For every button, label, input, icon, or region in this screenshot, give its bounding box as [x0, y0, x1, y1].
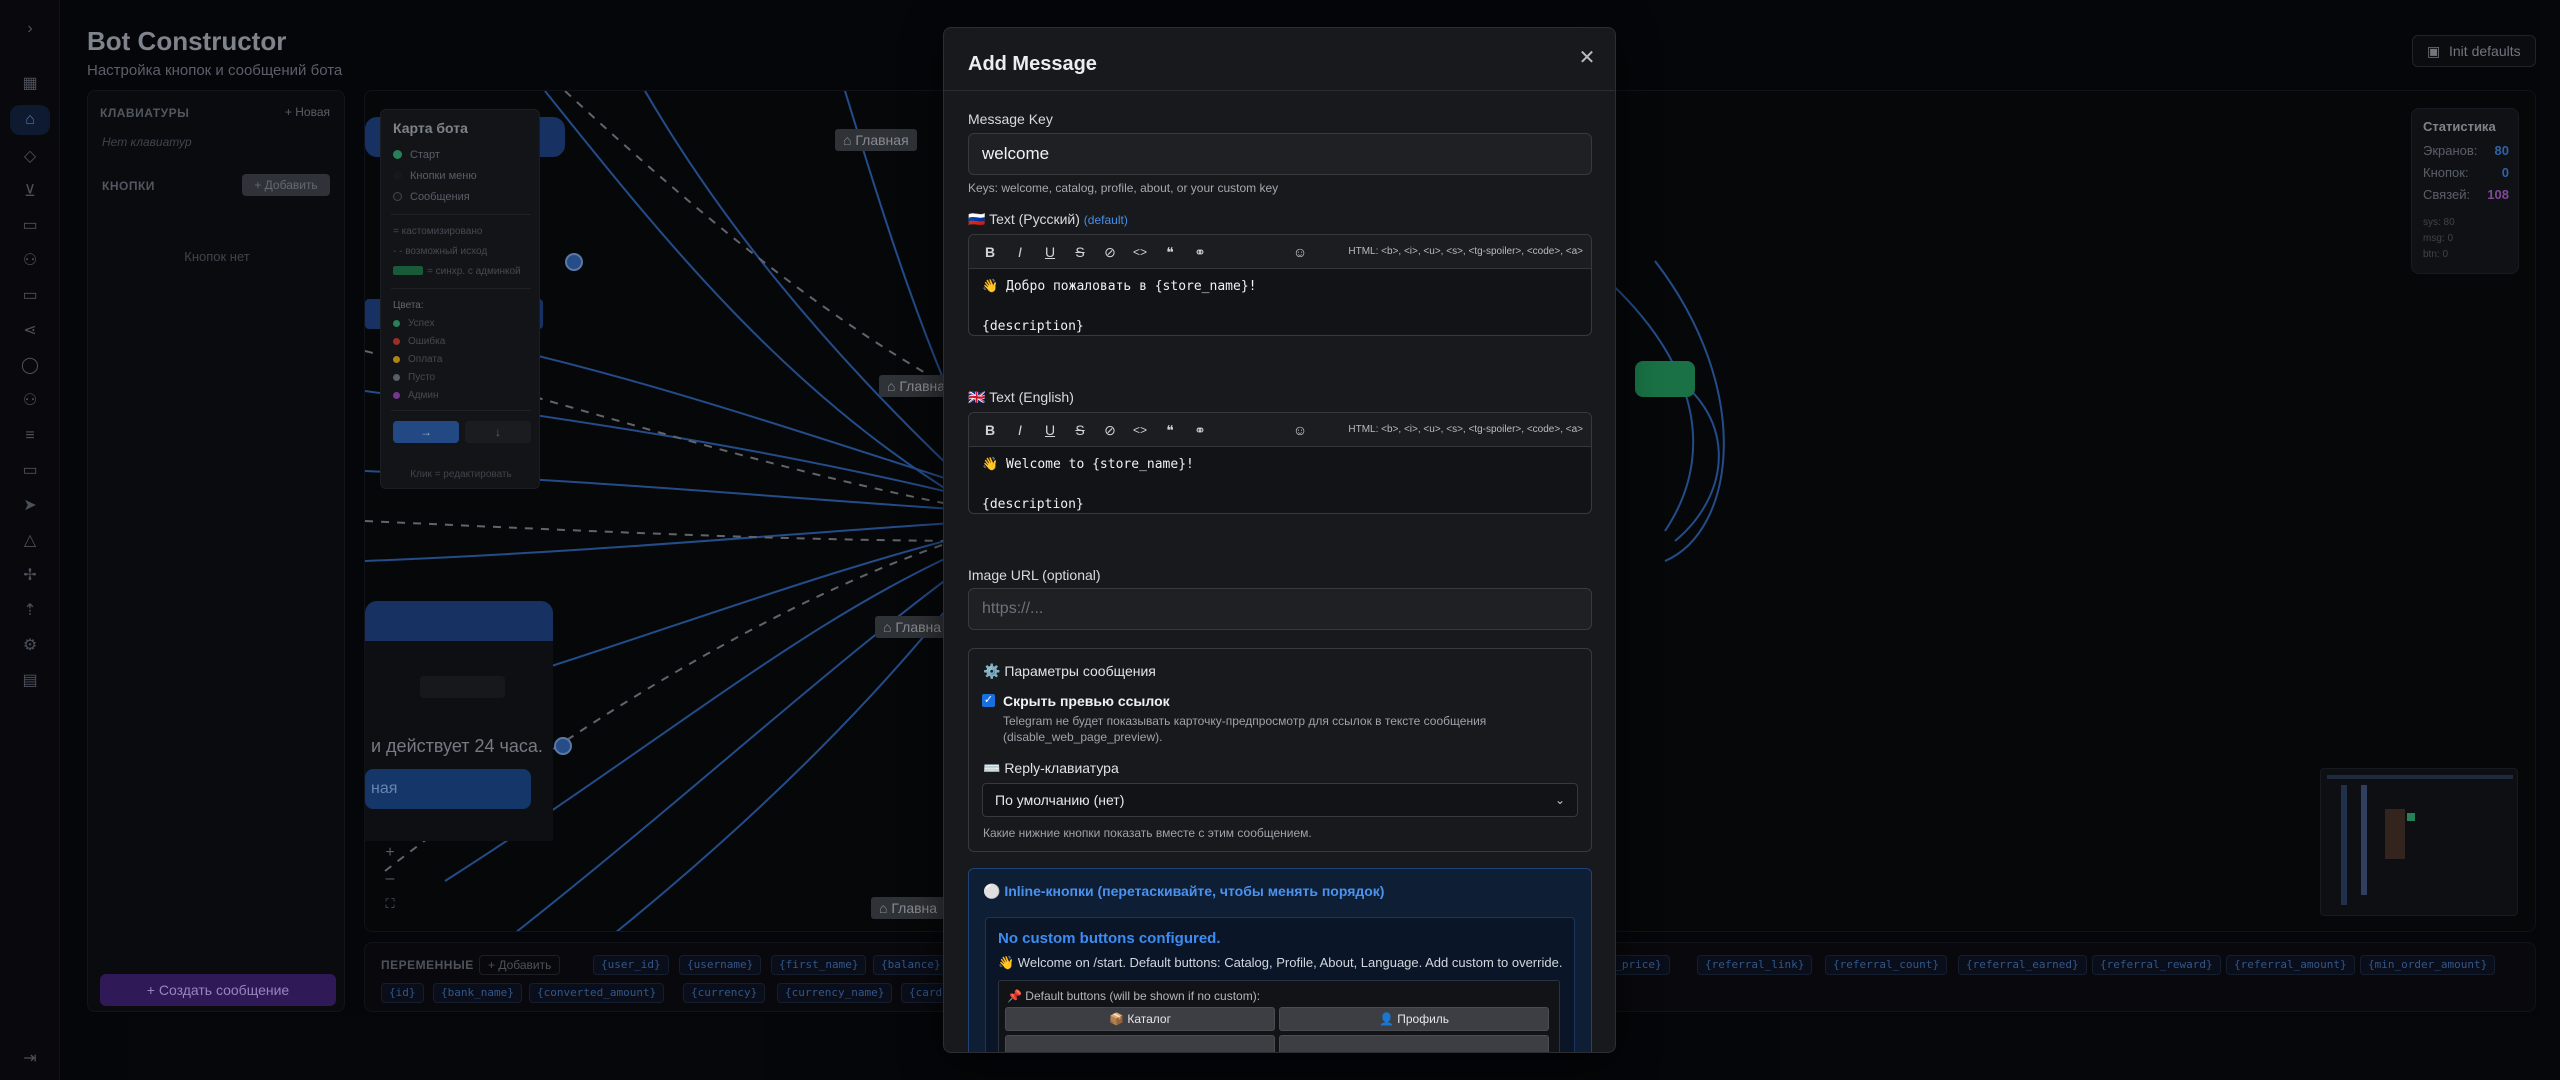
default-button-catalog[interactable]: 📦 Каталог	[1005, 1007, 1275, 1031]
emoji-icon[interactable]: ☺	[1291, 421, 1309, 439]
params-title: ⚙️ Параметры сообщения	[983, 663, 1156, 679]
html-hint: HTML: <b>, <i>, <u>, <s>, <tg-spoiler>, …	[1348, 424, 1583, 435]
code-icon[interactable]: <>	[1131, 421, 1149, 439]
format-toolbar: B I U S ⊘ <> ❝ ⚭ ☺ HTML: <b>, <i>, <u>, …	[969, 235, 1591, 269]
reply-keyboard-hint: Какие нижние кнопки показать вместе с эт…	[983, 826, 1312, 840]
reply-keyboard-select[interactable]: По умолчанию (нет) ⌄	[982, 783, 1578, 817]
default-button[interactable]	[1005, 1035, 1275, 1052]
spoiler-icon[interactable]: ⊘	[1101, 421, 1119, 439]
image-url-label: Image URL (optional)	[968, 567, 1101, 583]
bold-icon[interactable]: B	[981, 421, 999, 439]
divider	[944, 90, 1615, 91]
code-icon[interactable]: <>	[1131, 243, 1149, 261]
no-custom-description: 👋 Welcome on /start. Default buttons: Ca…	[998, 955, 1563, 970]
message-key-hint: Keys: welcome, catalog, profile, about, …	[968, 181, 1279, 195]
hide-preview-label: Скрыть превью ссылок	[1003, 693, 1170, 709]
emoji-icon[interactable]: ☺	[1291, 243, 1309, 261]
text-ru-editor[interactable]: B I U S ⊘ <> ❝ ⚭ ☺ HTML: <b>, <i>, <u>, …	[968, 234, 1592, 336]
inline-buttons-section: ⚪ Inline-кнопки (перетаскивайте, чтобы м…	[968, 868, 1592, 1052]
no-custom-title: No custom buttons configured.	[998, 930, 1221, 947]
hide-preview-description: Telegram не будет показывать карточку-пр…	[1003, 714, 1487, 744]
reply-keyboard-title: ⌨️ Reply-клавиатура	[983, 760, 1119, 776]
text-en-editor[interactable]: B I U S ⊘ <> ❝ ⚭ ☺ HTML: <b>, <i>, <u>, …	[968, 412, 1592, 514]
underline-icon[interactable]: U	[1041, 421, 1059, 439]
message-key-input[interactable]: welcome	[968, 133, 1592, 175]
text-ru-label-text: 🇷🇺 Text (Русский)	[968, 211, 1080, 227]
editor-line: 👋 Welcome to {store_name}!	[982, 457, 1194, 472]
message-params-section: ⚙️ Параметры сообщения ✓ Скрыть превью с…	[968, 648, 1592, 852]
inline-buttons-title: ⚪ Inline-кнопки (перетаскивайте, чтобы м…	[983, 883, 1385, 899]
text-ru-label: 🇷🇺 Text (Русский) (default)	[968, 211, 1128, 228]
text-en-label: 🇬🇧 Text (English)	[968, 389, 1074, 405]
hide-preview-checkbox[interactable]: ✓	[982, 694, 995, 707]
bold-icon[interactable]: B	[981, 243, 999, 261]
close-icon[interactable]: ✕	[1577, 48, 1597, 68]
default-badge: (default)	[1083, 213, 1128, 227]
italic-icon[interactable]: I	[1011, 421, 1029, 439]
inline-buttons-panel: No custom buttons configured. 👋 Welcome …	[985, 917, 1575, 1052]
add-message-dialog: Add Message ✕ Message Key welcome Keys: …	[943, 27, 1616, 1053]
italic-icon[interactable]: I	[1011, 243, 1029, 261]
message-key-label: Message Key	[968, 111, 1053, 127]
format-toolbar: B I U S ⊘ <> ❝ ⚭ ☺ HTML: <b>, <i>, <u>, …	[969, 413, 1591, 447]
editor-line: 👋 Добро пожаловать в {store_name}!	[982, 279, 1257, 294]
editor-line: {description}	[982, 497, 1084, 512]
default-buttons-title: 📌 Default buttons (will be shown if no c…	[1007, 989, 1261, 1003]
default-buttons-box: 📌 Default buttons (will be shown if no c…	[998, 980, 1560, 1052]
quote-icon[interactable]: ❝	[1161, 421, 1179, 439]
strikethrough-icon[interactable]: S	[1071, 243, 1089, 261]
spoiler-icon[interactable]: ⊘	[1101, 243, 1119, 261]
quote-icon[interactable]: ❝	[1161, 243, 1179, 261]
select-value: По умолчанию (нет)	[995, 792, 1125, 808]
strikethrough-icon[interactable]: S	[1071, 421, 1089, 439]
default-button-profile[interactable]: 👤 Профиль	[1279, 1007, 1549, 1031]
chevron-down-icon: ⌄	[1554, 793, 1565, 807]
link-icon[interactable]: ⚭	[1191, 421, 1209, 439]
underline-icon[interactable]: U	[1041, 243, 1059, 261]
editor-line: {description}	[982, 319, 1084, 334]
dialog-title: Add Message	[968, 53, 1097, 75]
html-hint: HTML: <b>, <i>, <u>, <s>, <tg-spoiler>, …	[1348, 246, 1583, 257]
image-url-input[interactable]: https://...	[968, 588, 1592, 630]
link-icon[interactable]: ⚭	[1191, 243, 1209, 261]
default-button[interactable]	[1279, 1035, 1549, 1052]
